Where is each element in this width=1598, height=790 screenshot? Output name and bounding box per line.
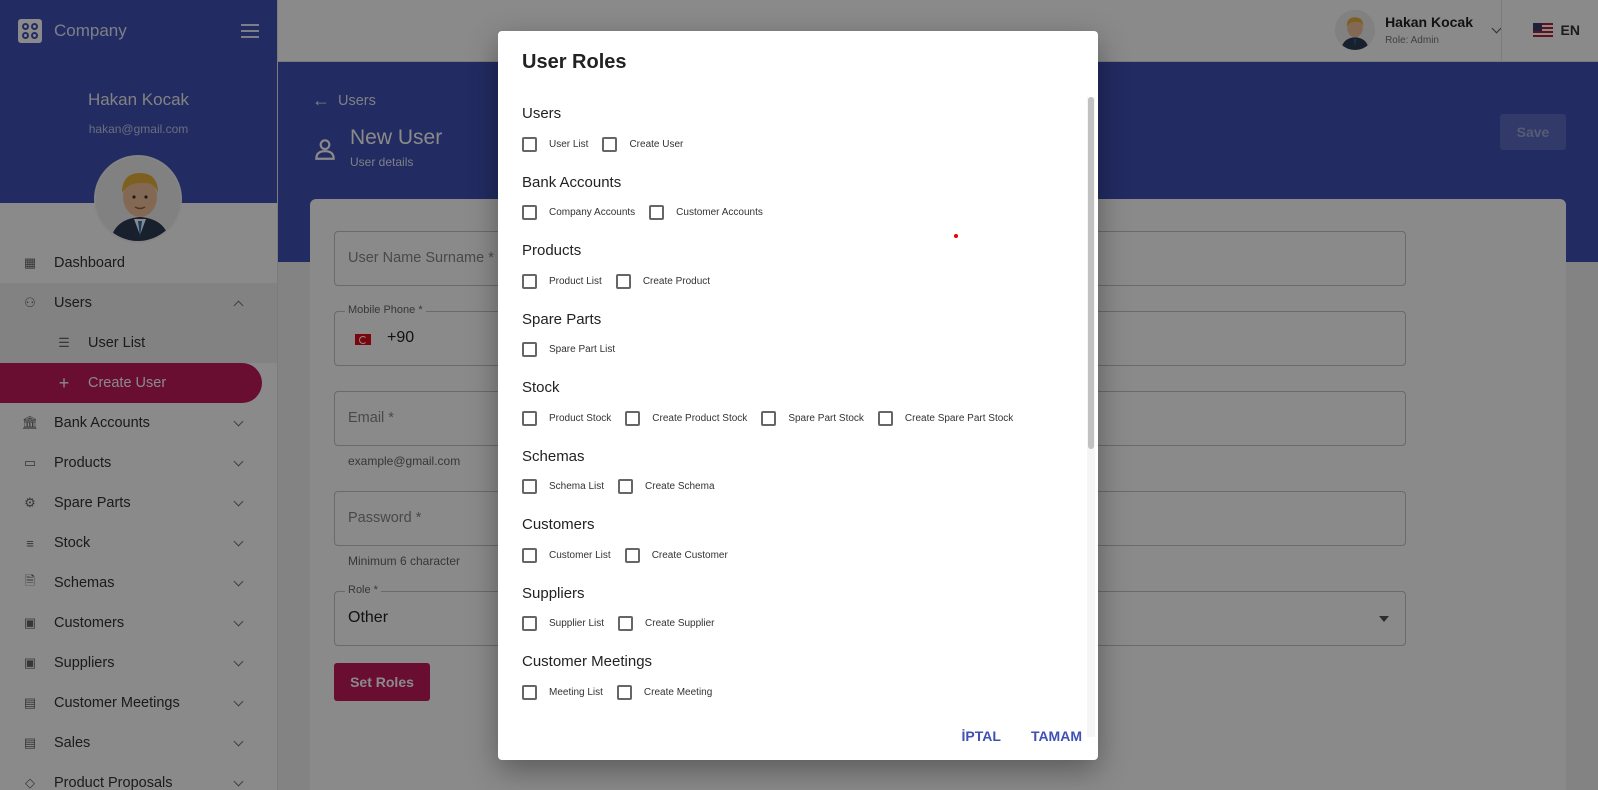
role-checkbox[interactable]: Create Schema <box>618 479 715 494</box>
role-checkbox-label: Create Spare Part Stock <box>904 412 1014 424</box>
checkbox-unchecked-icon[interactable] <box>761 410 777 426</box>
role-group: Users User List Create User <box>522 97 1078 166</box>
role-group: Customers Customer List Create Customer <box>522 508 1078 577</box>
checkbox-unchecked-icon[interactable] <box>522 410 537 426</box>
role-checkbox-label: Spare Part List <box>549 344 616 355</box>
checkbox-unchecked-icon[interactable] <box>522 205 537 220</box>
dialog-body: Users User List Create User Bank Accounts Co… <box>522 97 1078 737</box>
role-checkbox[interactable]: Meeting List <box>522 684 603 700</box>
role-checkbox-row: Spare Part List <box>522 335 1078 365</box>
role-checkbox-row: Product Stock Create Product Stock Spare P… <box>522 403 1078 433</box>
role-checkbox-label: Schema List <box>549 481 605 492</box>
checkbox-unchecked-icon[interactable] <box>625 410 641 426</box>
role-checkbox-row: Customer List Create Customer <box>522 540 1078 570</box>
role-group-title: Schemas <box>522 447 585 465</box>
checkbox-unchecked-icon[interactable] <box>602 136 618 152</box>
role-checkbox[interactable]: Spare Part List <box>522 342 615 357</box>
role-checkbox[interactable]: Create Customer <box>624 547 728 563</box>
role-checkbox-row: Schema List Create Schema <box>522 472 1078 502</box>
role-group-title: Customer Meetings <box>522 653 653 670</box>
role-checkbox[interactable]: Create Supplier <box>618 616 715 631</box>
role-group-title: Bank Accounts <box>522 173 622 191</box>
role-checkbox[interactable]: Company Accounts <box>522 205 635 220</box>
user-roles-dialog: User Roles Users User List Create User Bank… <box>498 31 1098 760</box>
scrollbar-thumb[interactable] <box>1088 97 1094 449</box>
role-checkbox-row: Product List Create Product <box>522 266 1078 296</box>
role-group-title: Products <box>522 242 582 259</box>
role-checkbox[interactable]: Create Product <box>615 273 711 289</box>
checkbox-unchecked-icon[interactable] <box>616 684 632 700</box>
role-checkbox[interactable]: Schema List <box>522 479 604 494</box>
role-checkbox[interactable]: Customer List <box>522 547 611 563</box>
role-group: Suppliers Supplier List Create Supplier <box>522 577 1078 646</box>
role-group: Bank Accounts Company Accounts Customer Ac… <box>522 166 1078 235</box>
role-checkbox-label: Spare Part Stock <box>788 412 864 424</box>
role-checkbox-label: Create Customer <box>651 549 728 561</box>
checkbox-unchecked-icon[interactable] <box>522 479 537 494</box>
checkbox-unchecked-icon[interactable] <box>615 273 631 289</box>
role-checkbox[interactable]: Create Spare Part Stock <box>877 410 1014 426</box>
role-checkbox-label: Customer Accounts <box>676 207 763 218</box>
checkbox-unchecked-icon[interactable] <box>522 273 537 289</box>
dialog-actions: İPTAL TAMAM <box>932 728 1082 744</box>
role-group-title: Stock <box>522 379 560 396</box>
role-checkbox[interactable]: Product List <box>522 273 602 289</box>
role-checkbox-label: User List <box>549 138 589 150</box>
role-checkbox-label: Create Product <box>642 275 711 287</box>
cancel-button[interactable]: İPTAL <box>962 728 1001 744</box>
checkbox-unchecked-icon[interactable] <box>618 616 634 631</box>
role-checkbox[interactable]: User List <box>522 136 589 152</box>
checkbox-unchecked-icon[interactable] <box>624 547 640 563</box>
checkbox-unchecked-icon[interactable] <box>649 205 665 220</box>
role-checkbox-row: Supplier List Create Supplier <box>522 609 1078 639</box>
role-checkbox-label: Create Product Stock <box>652 412 748 424</box>
role-checkbox[interactable]: Product Stock <box>522 410 612 426</box>
checkbox-unchecked-icon[interactable] <box>522 547 537 563</box>
role-checkbox-label: Create Meeting <box>643 686 713 698</box>
role-group: Customer Meetings Meeting List Create Meet… <box>522 645 1078 714</box>
role-checkbox[interactable]: Create Meeting <box>616 684 713 700</box>
checkbox-unchecked-icon[interactable] <box>522 616 537 631</box>
role-group-title: Customers <box>522 516 595 533</box>
role-checkbox[interactable]: Spare Part Stock <box>761 410 864 426</box>
dialog-title: User Roles <box>522 51 627 73</box>
role-group-title: Suppliers <box>522 584 585 602</box>
checkbox-unchecked-icon[interactable] <box>522 136 537 152</box>
role-group-title: Users <box>522 105 562 122</box>
checkbox-unchecked-icon[interactable] <box>522 684 537 700</box>
role-group: Products Product List Create Product <box>522 234 1078 303</box>
role-checkbox[interactable]: Create Product Stock <box>625 410 748 426</box>
role-checkbox-label: Product Stock <box>549 412 612 424</box>
role-checkbox-label: Create Schema <box>645 481 715 492</box>
role-checkbox-label: Customer List <box>549 549 611 561</box>
role-checkbox-label: Company Accounts <box>549 207 636 218</box>
ok-button[interactable]: TAMAM <box>1031 728 1082 744</box>
role-checkbox-label: Create Supplier <box>645 618 715 629</box>
role-checkbox-row: User List Create User <box>522 129 1078 159</box>
role-checkbox-row: Meeting List Create Meeting <box>522 677 1078 707</box>
role-group: Schemas Schema List Create Schema <box>522 440 1078 509</box>
role-group: Stock Product Stock Create Product Stock Sp… <box>522 371 1078 440</box>
role-checkbox-row: Company Accounts Customer Accounts <box>522 198 1078 228</box>
role-checkbox[interactable]: Supplier List <box>522 616 604 631</box>
role-group-title: Spare Parts <box>522 310 602 328</box>
cursor-marker <box>954 234 958 238</box>
role-group: Spare Parts Spare Part List <box>522 303 1078 372</box>
role-checkbox-label: Create User <box>629 138 684 150</box>
checkbox-unchecked-icon[interactable] <box>618 479 634 494</box>
app-root: Company Hakan Kocak hakan@gmail.com ▦ Da… <box>0 0 1598 790</box>
role-checkbox-label: Meeting List <box>549 686 603 698</box>
role-checkbox[interactable]: Customer Accounts <box>649 205 763 220</box>
checkbox-unchecked-icon[interactable] <box>877 410 893 426</box>
role-checkbox-label: Supplier List <box>549 618 605 629</box>
checkbox-unchecked-icon[interactable] <box>522 342 537 357</box>
role-checkbox[interactable]: Create User <box>602 136 684 152</box>
role-checkbox-label: Product List <box>549 275 602 287</box>
